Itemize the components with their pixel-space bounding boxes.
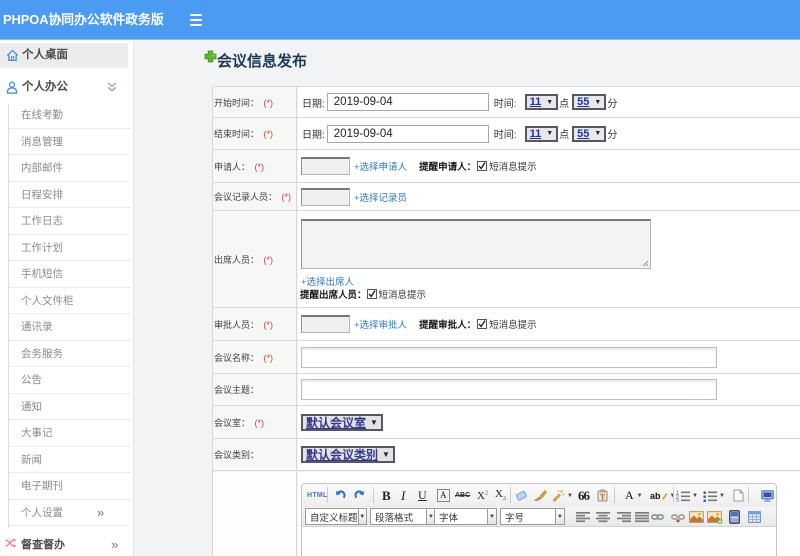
svg-text:3: 3	[676, 498, 679, 502]
svg-text:T: T	[600, 493, 606, 502]
